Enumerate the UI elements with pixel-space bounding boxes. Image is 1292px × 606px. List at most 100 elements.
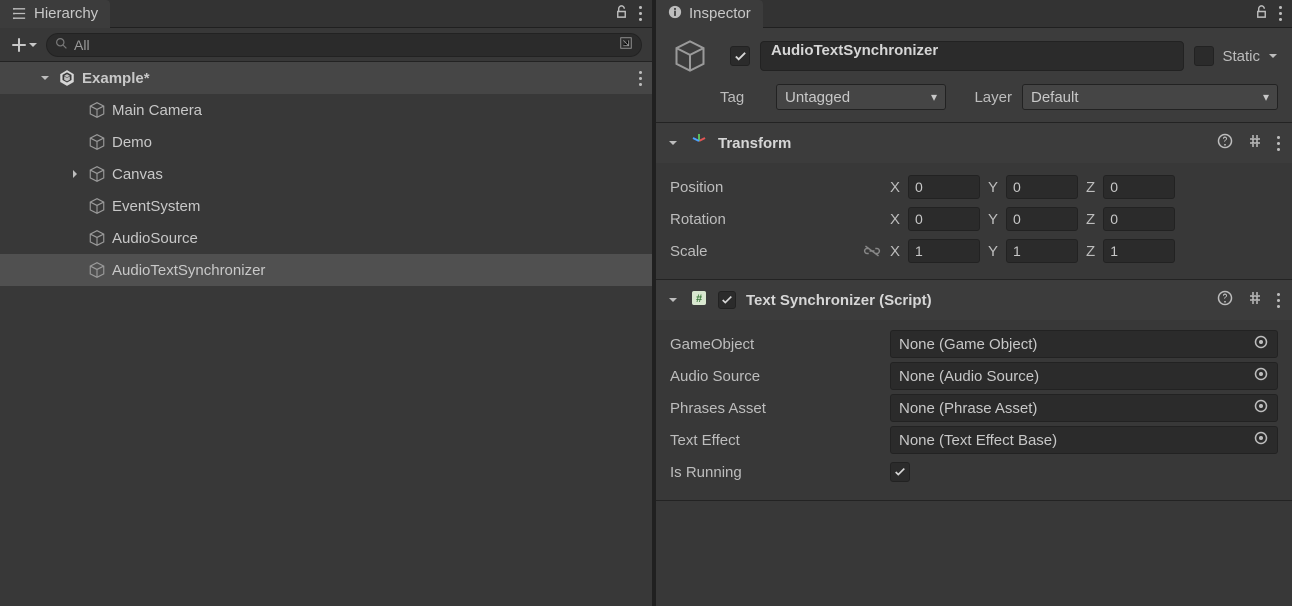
unity-icon (58, 69, 76, 87)
object-field-value: None (Audio Source) (899, 368, 1039, 385)
gameobject-icon (88, 101, 106, 119)
textsync-header[interactable]: # Text Synchronizer (Script) (656, 280, 1292, 320)
lock-icon[interactable] (614, 4, 629, 23)
enabled-checkbox[interactable] (730, 46, 750, 66)
scale-x-input[interactable] (908, 239, 980, 263)
hierarchy-toolbar: All (0, 28, 652, 62)
hierarchy-tree[interactable]: Example* Main Camera DemoCanvasEventSystem… (0, 62, 652, 606)
inspector-kebab-icon[interactable] (1279, 6, 1282, 21)
preset-icon[interactable] (1247, 133, 1263, 153)
inspector-tab[interactable]: Inspector (656, 0, 763, 28)
axis-z: Z (1086, 243, 1095, 260)
position-x-input[interactable] (908, 175, 980, 199)
hierarchy-icon (12, 6, 27, 21)
axis-y: Y (988, 243, 998, 260)
layer-dropdown[interactable]: Default ▾ (1022, 84, 1278, 110)
textsync-kebab-icon[interactable] (1277, 293, 1280, 308)
name-value: AudioTextSynchronizer (771, 42, 938, 59)
object-field[interactable]: None (Text Effect Base) (890, 426, 1278, 454)
isrunning-checkbox[interactable] (890, 462, 910, 482)
rotation-x-input[interactable] (908, 207, 980, 231)
hierarchy-tab[interactable]: Hierarchy (0, 0, 110, 28)
object-field-value: None (Game Object) (899, 336, 1037, 353)
gameobject-icon (88, 197, 106, 215)
hierarchy-item[interactable]: EventSystem (0, 190, 652, 222)
hierarchy-item[interactable]: AudioTextSynchronizer (0, 254, 652, 286)
add-button[interactable] (10, 36, 38, 54)
object-field[interactable]: None (Game Object) (890, 330, 1278, 358)
position-y-input[interactable] (1006, 175, 1078, 199)
gameobject-icon (88, 165, 106, 183)
hierarchy-item[interactable]: Example* (0, 62, 652, 94)
axis-z: Z (1086, 211, 1095, 228)
object-picker-icon[interactable] (1253, 366, 1269, 386)
object-field-value: None (Phrase Asset) (899, 400, 1037, 417)
static-checkbox[interactable] (1194, 46, 1214, 66)
position-label: Position (670, 179, 890, 196)
rotation-z-input[interactable] (1103, 207, 1175, 231)
inspector-header: AudioTextSynchronizer Static Tag Untagge… (656, 28, 1292, 123)
tag-value: Untagged (785, 89, 850, 106)
hierarchy-panel: Hierarchy All (0, 0, 652, 606)
hierarchy-item[interactable]: AudioSource (0, 222, 652, 254)
gameobject-icon[interactable] (670, 38, 710, 74)
name-input[interactable]: AudioTextSynchronizer (760, 41, 1184, 71)
hierarchy-tab-label: Hierarchy (34, 5, 98, 22)
isrunning-label: Is Running (670, 464, 890, 481)
textsync-enabled-checkbox[interactable] (718, 291, 736, 309)
rotation-row: Rotation X Y Z (670, 203, 1278, 235)
fold-icon (668, 135, 680, 152)
position-row: Position X Y Z (670, 171, 1278, 203)
property-row: Text Effect None (Text Effect Base) (670, 424, 1278, 456)
scale-y-input[interactable] (1006, 239, 1078, 263)
transform-header[interactable]: Transform (656, 123, 1292, 163)
hierarchy-search-input[interactable]: All (46, 33, 642, 57)
expand-icon[interactable] (38, 73, 52, 83)
object-field[interactable]: None (Phrase Asset) (890, 394, 1278, 422)
expand-icon[interactable] (68, 169, 82, 179)
axis-y: Y (988, 179, 998, 196)
help-icon[interactable] (1217, 133, 1233, 153)
svg-text:#: # (696, 293, 702, 305)
object-field-value: None (Text Effect Base) (899, 432, 1057, 449)
object-picker-icon[interactable] (1253, 334, 1269, 354)
scale-z-input[interactable] (1103, 239, 1175, 263)
hierarchy-kebab-icon[interactable] (639, 6, 642, 21)
help-icon[interactable] (1217, 290, 1233, 310)
hierarchy-item[interactable]: Demo (0, 126, 652, 158)
object-field[interactable]: None (Audio Source) (890, 362, 1278, 390)
property-label: Text Effect (670, 432, 890, 449)
textsync-component: # Text Synchronizer (Script) GameObject N… (656, 280, 1292, 501)
hierarchy-item-label: Main Camera (112, 102, 652, 119)
chevron-down-icon: ▾ (931, 90, 937, 104)
search-dropdown-icon[interactable] (619, 36, 633, 53)
object-picker-icon[interactable] (1253, 430, 1269, 450)
property-label: Audio Source (670, 368, 890, 385)
inspector-tab-actions (763, 4, 1292, 23)
lock-icon[interactable] (1254, 4, 1269, 23)
scene-kebab-icon[interactable] (639, 71, 642, 86)
transform-component: Transform Position X Y Z Rotat (656, 123, 1292, 280)
scale-label: Scale (670, 243, 708, 260)
static-toggle[interactable]: Static (1194, 46, 1278, 66)
property-label: GameObject (670, 336, 890, 353)
link-icon[interactable] (860, 244, 884, 258)
rotation-y-input[interactable] (1006, 207, 1078, 231)
layer-value: Default (1031, 89, 1079, 106)
position-z-input[interactable] (1103, 175, 1175, 199)
static-label: Static (1222, 48, 1260, 65)
fold-icon (668, 292, 680, 309)
hierarchy-tab-actions (110, 4, 652, 23)
scale-row: Scale X Y Z (670, 235, 1278, 267)
object-picker-icon[interactable] (1253, 398, 1269, 418)
hierarchy-item[interactable]: Main Camera (0, 94, 652, 126)
transform-kebab-icon[interactable] (1277, 136, 1280, 151)
tag-dropdown[interactable]: Untagged ▾ (776, 84, 946, 110)
inspector-panel: Inspector Au (652, 0, 1292, 606)
preset-icon[interactable] (1247, 290, 1263, 310)
hierarchy-item[interactable]: Canvas (0, 158, 652, 190)
gameobject-icon (88, 261, 106, 279)
search-icon (55, 37, 68, 53)
inspector-tabbar: Inspector (656, 0, 1292, 28)
unity-editor-root: Hierarchy All (0, 0, 1292, 606)
